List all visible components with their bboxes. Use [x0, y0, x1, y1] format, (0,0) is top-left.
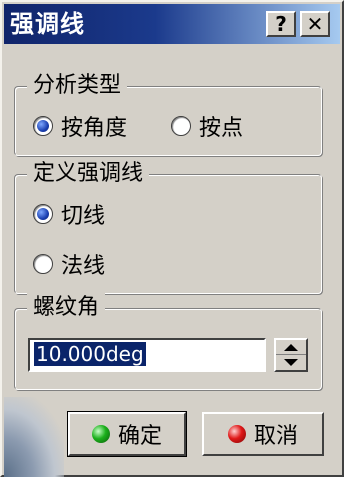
- triangle-up-icon: [284, 343, 298, 351]
- radio-unchecked-icon[interactable]: [33, 254, 53, 274]
- corner-decoration: [4, 397, 64, 477]
- title-bar[interactable]: 强调线 ? ✕: [4, 4, 340, 44]
- radio-checked-icon[interactable]: [33, 116, 53, 136]
- helix-angle-spinner[interactable]: [274, 338, 308, 372]
- highlight-definition-group: 定义强调线 切线 法线: [14, 159, 322, 294]
- radio-tangent[interactable]: 切线: [33, 199, 105, 229]
- ok-button[interactable]: 确定: [67, 411, 187, 457]
- radio-by-point-label: 按点: [199, 116, 244, 141]
- helix-angle-input[interactable]: 10.000deg: [28, 338, 266, 372]
- helix-angle-legend: 螺纹角: [27, 293, 106, 323]
- radio-tangent-label: 切线: [61, 204, 106, 229]
- green-ball-icon: [91, 425, 110, 443]
- radio-normal-label: 法线: [61, 254, 106, 279]
- analysis-type-group: 分析类型 按角度 按点: [14, 71, 322, 156]
- radio-unchecked-icon[interactable]: [171, 116, 191, 136]
- spin-up-button[interactable]: [276, 340, 306, 355]
- helix-angle-value: 10.000deg: [34, 342, 146, 366]
- highlight-definition-legend: 定义强调线: [27, 159, 150, 189]
- radio-checked-icon[interactable]: [33, 204, 53, 224]
- close-button[interactable]: ✕: [300, 11, 330, 37]
- red-ball-icon: [227, 425, 246, 443]
- spin-down-button[interactable]: [276, 355, 306, 369]
- ok-button-label: 确定: [117, 424, 162, 449]
- radio-by-angle[interactable]: 按角度: [33, 111, 127, 141]
- radio-by-point[interactable]: 按点: [171, 111, 243, 141]
- analysis-type-legend: 分析类型: [27, 71, 128, 101]
- cancel-button[interactable]: 取消: [202, 412, 324, 456]
- radio-by-angle-label: 按角度: [61, 116, 128, 141]
- help-button[interactable]: ?: [266, 11, 296, 37]
- triangle-down-icon: [284, 358, 298, 366]
- dialog-window: 强调线 ? ✕ 分析类型 按角度 按点 定义强调线 切线 法线 螺纹角 10.0…: [0, 0, 344, 477]
- radio-normal[interactable]: 法线: [33, 249, 105, 279]
- cancel-button-label: 取消: [253, 424, 298, 449]
- window-title: 强调线: [10, 10, 85, 38]
